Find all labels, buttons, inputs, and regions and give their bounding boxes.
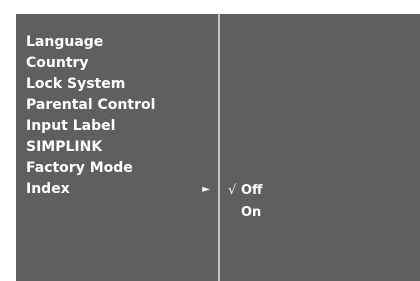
menu-item-lock-system[interactable]: Lock System [26,74,216,95]
menu-item-parental-control[interactable]: Parental Control [26,95,216,116]
checkmark-icon: √ [228,183,237,198]
main-menu: Language Country Lock System Parental Co… [26,32,216,200]
menu-item-label: Country [26,55,89,71]
menu-item-input-label[interactable]: Input Label [26,116,216,137]
submenu-option-off[interactable]: √ Off [228,180,263,202]
menu-item-label: Index [26,181,70,197]
menu-item-simplink[interactable]: SIMPLINK [26,137,216,158]
index-submenu: √ Off On [228,180,263,224]
menu-item-index[interactable]: Index ► [26,179,216,200]
menu-item-label: Lock System [26,76,126,92]
menu-item-label: Parental Control [26,97,156,113]
menu-item-factory-mode[interactable]: Factory Mode [26,158,216,179]
tv-osd-screen: Language Country Lock System Parental Co… [16,14,420,281]
option-label: On [241,205,262,220]
menu-item-label: Language [26,34,104,50]
menu-item-label: Factory Mode [26,160,133,176]
submenu-option-on[interactable]: On [228,202,263,224]
menu-item-language[interactable]: Language [26,32,216,53]
option-label: Off [241,183,263,198]
menu-item-label: SIMPLINK [26,139,103,155]
menu-item-country[interactable]: Country [26,53,216,74]
main-menu-panel: Language Country Lock System Parental Co… [16,14,218,281]
menu-item-label: Input Label [26,118,116,134]
arrow-right-icon: ► [202,184,210,195]
submenu-panel: √ Off On [220,14,420,281]
